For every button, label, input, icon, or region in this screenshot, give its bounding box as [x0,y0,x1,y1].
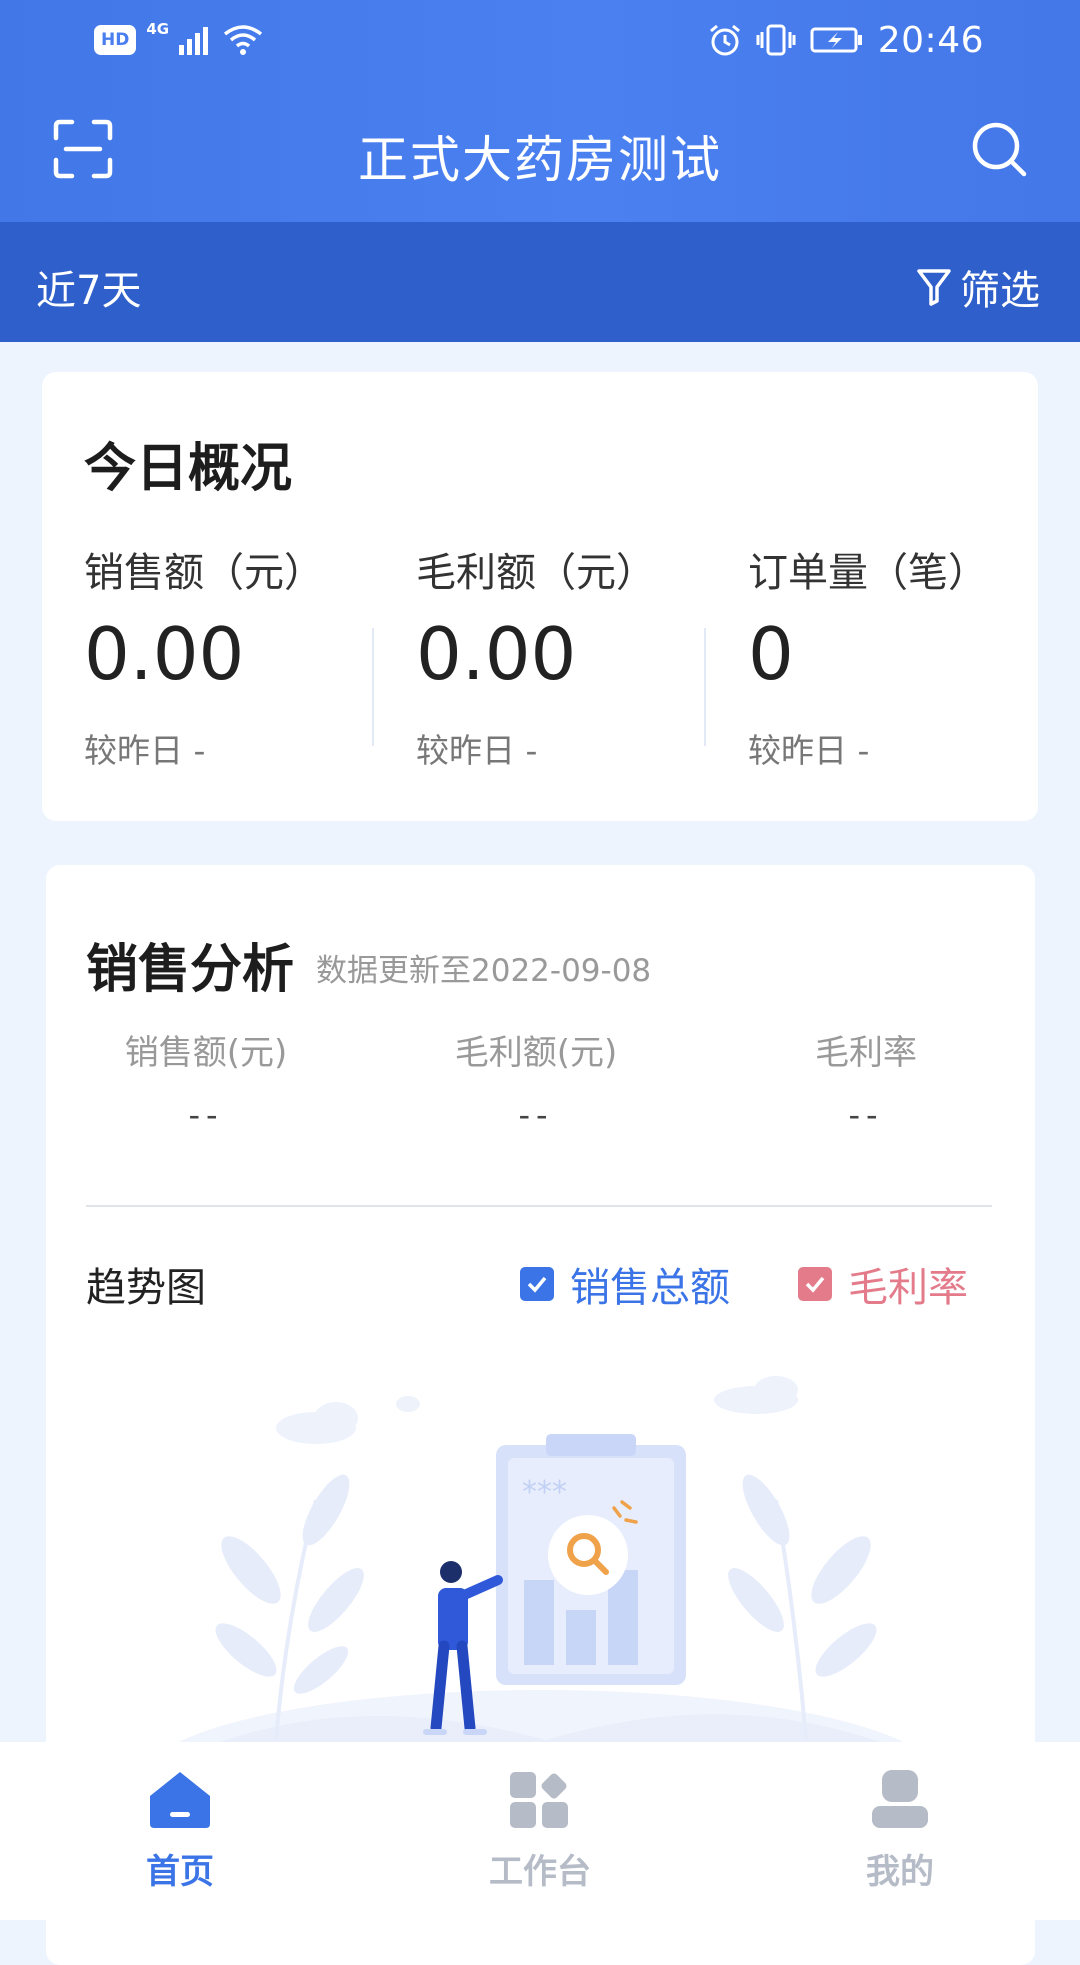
filter-label: 筛选 [960,268,1040,314]
tab-home[interactable]: 首页 [80,1770,280,1893]
checkbox-checked-icon[interactable] [520,1267,554,1301]
stat-label: 销售额(元) [124,1033,288,1073]
page-title: 正式大药房测试 [358,131,722,189]
hd-badge: HD [94,25,137,55]
filter-bar: 近7天 筛选 [0,222,1080,342]
apps-icon [510,1772,568,1828]
stat-label: 毛利率 [815,1033,917,1073]
metric-label: 订单量（笔） [748,550,988,596]
stat-value: -- [518,1096,554,1134]
search-icon[interactable] [968,118,1030,180]
tab-label: 首页 [146,1852,214,1892]
bottom-tab-bar: 首页 工作台 我的 [0,1742,1080,1920]
stat-value: -- [188,1096,224,1134]
today-overview-title: 今日概况 [84,439,293,499]
svg-text:***: *** [522,1475,567,1510]
home-icon [150,1772,210,1828]
stat-margin: 毛利率 -- [706,1025,1026,1134]
metric-label: 毛利额（元） [416,550,656,596]
stat-label: 毛利额(元) [454,1033,618,1073]
wifi-icon [224,25,263,55]
divider [372,628,374,746]
legend-label: 毛利率 [848,1265,968,1311]
status-time: 20:46 [877,19,984,61]
data-updated-text: 数据更新至2022-09-08 [316,953,652,989]
legend-margin[interactable]: 毛利率 [798,1255,968,1313]
filter-icon [917,269,951,306]
date-range-selector[interactable]: 近7天 [36,258,141,316]
empty-state-illustration: *** [141,1376,941,1780]
filter-button[interactable]: 筛选 [916,258,1040,316]
today-overview-card: 今日概况 销售额（元） 0.00 较昨日 - 毛利额（元） 0.00 较昨日 -… [42,372,1038,821]
tab-profile[interactable]: 我的 [800,1770,1000,1893]
divider [704,628,706,746]
metric-value: 0.00 [416,612,577,696]
tab-label: 工作台 [489,1852,591,1892]
alarm-icon [709,24,740,56]
metric-label: 销售额（元） [84,550,324,596]
tab-workbench[interactable]: 工作台 [440,1770,640,1893]
user-icon [872,1770,928,1828]
metric-compare: 较昨日 - [416,731,538,770]
top-bar: 正式大药房测试 [0,100,1080,202]
vibrate-icon [756,24,796,56]
metric-compare: 较昨日 - [748,731,870,770]
stat-sales: 销售额(元) -- [46,1025,366,1134]
signal-icon [179,27,209,55]
sales-analysis-title: 销售分析 [86,940,295,1000]
metric-value: 0 [748,612,794,696]
stat-gross-profit: 毛利额(元) -- [376,1025,696,1134]
metric-value: 0.00 [84,612,245,696]
metric-compare: 较昨日 - [84,731,206,770]
divider [86,1205,992,1207]
battery-icon [810,27,862,53]
stat-value: -- [848,1096,884,1134]
checkbox-checked-icon[interactable] [798,1267,832,1301]
legend-label: 销售总额 [570,1265,730,1311]
tab-label: 我的 [866,1852,934,1892]
status-bar: HD 4G 20:46 [0,0,1080,80]
trend-chart-title: 趋势图 [86,1265,206,1311]
legend-sales-total[interactable]: 销售总额 [520,1255,730,1313]
network-type: 4G [146,20,170,38]
app-header: HD 4G 20:46 正式大药房测试 [0,0,1080,222]
